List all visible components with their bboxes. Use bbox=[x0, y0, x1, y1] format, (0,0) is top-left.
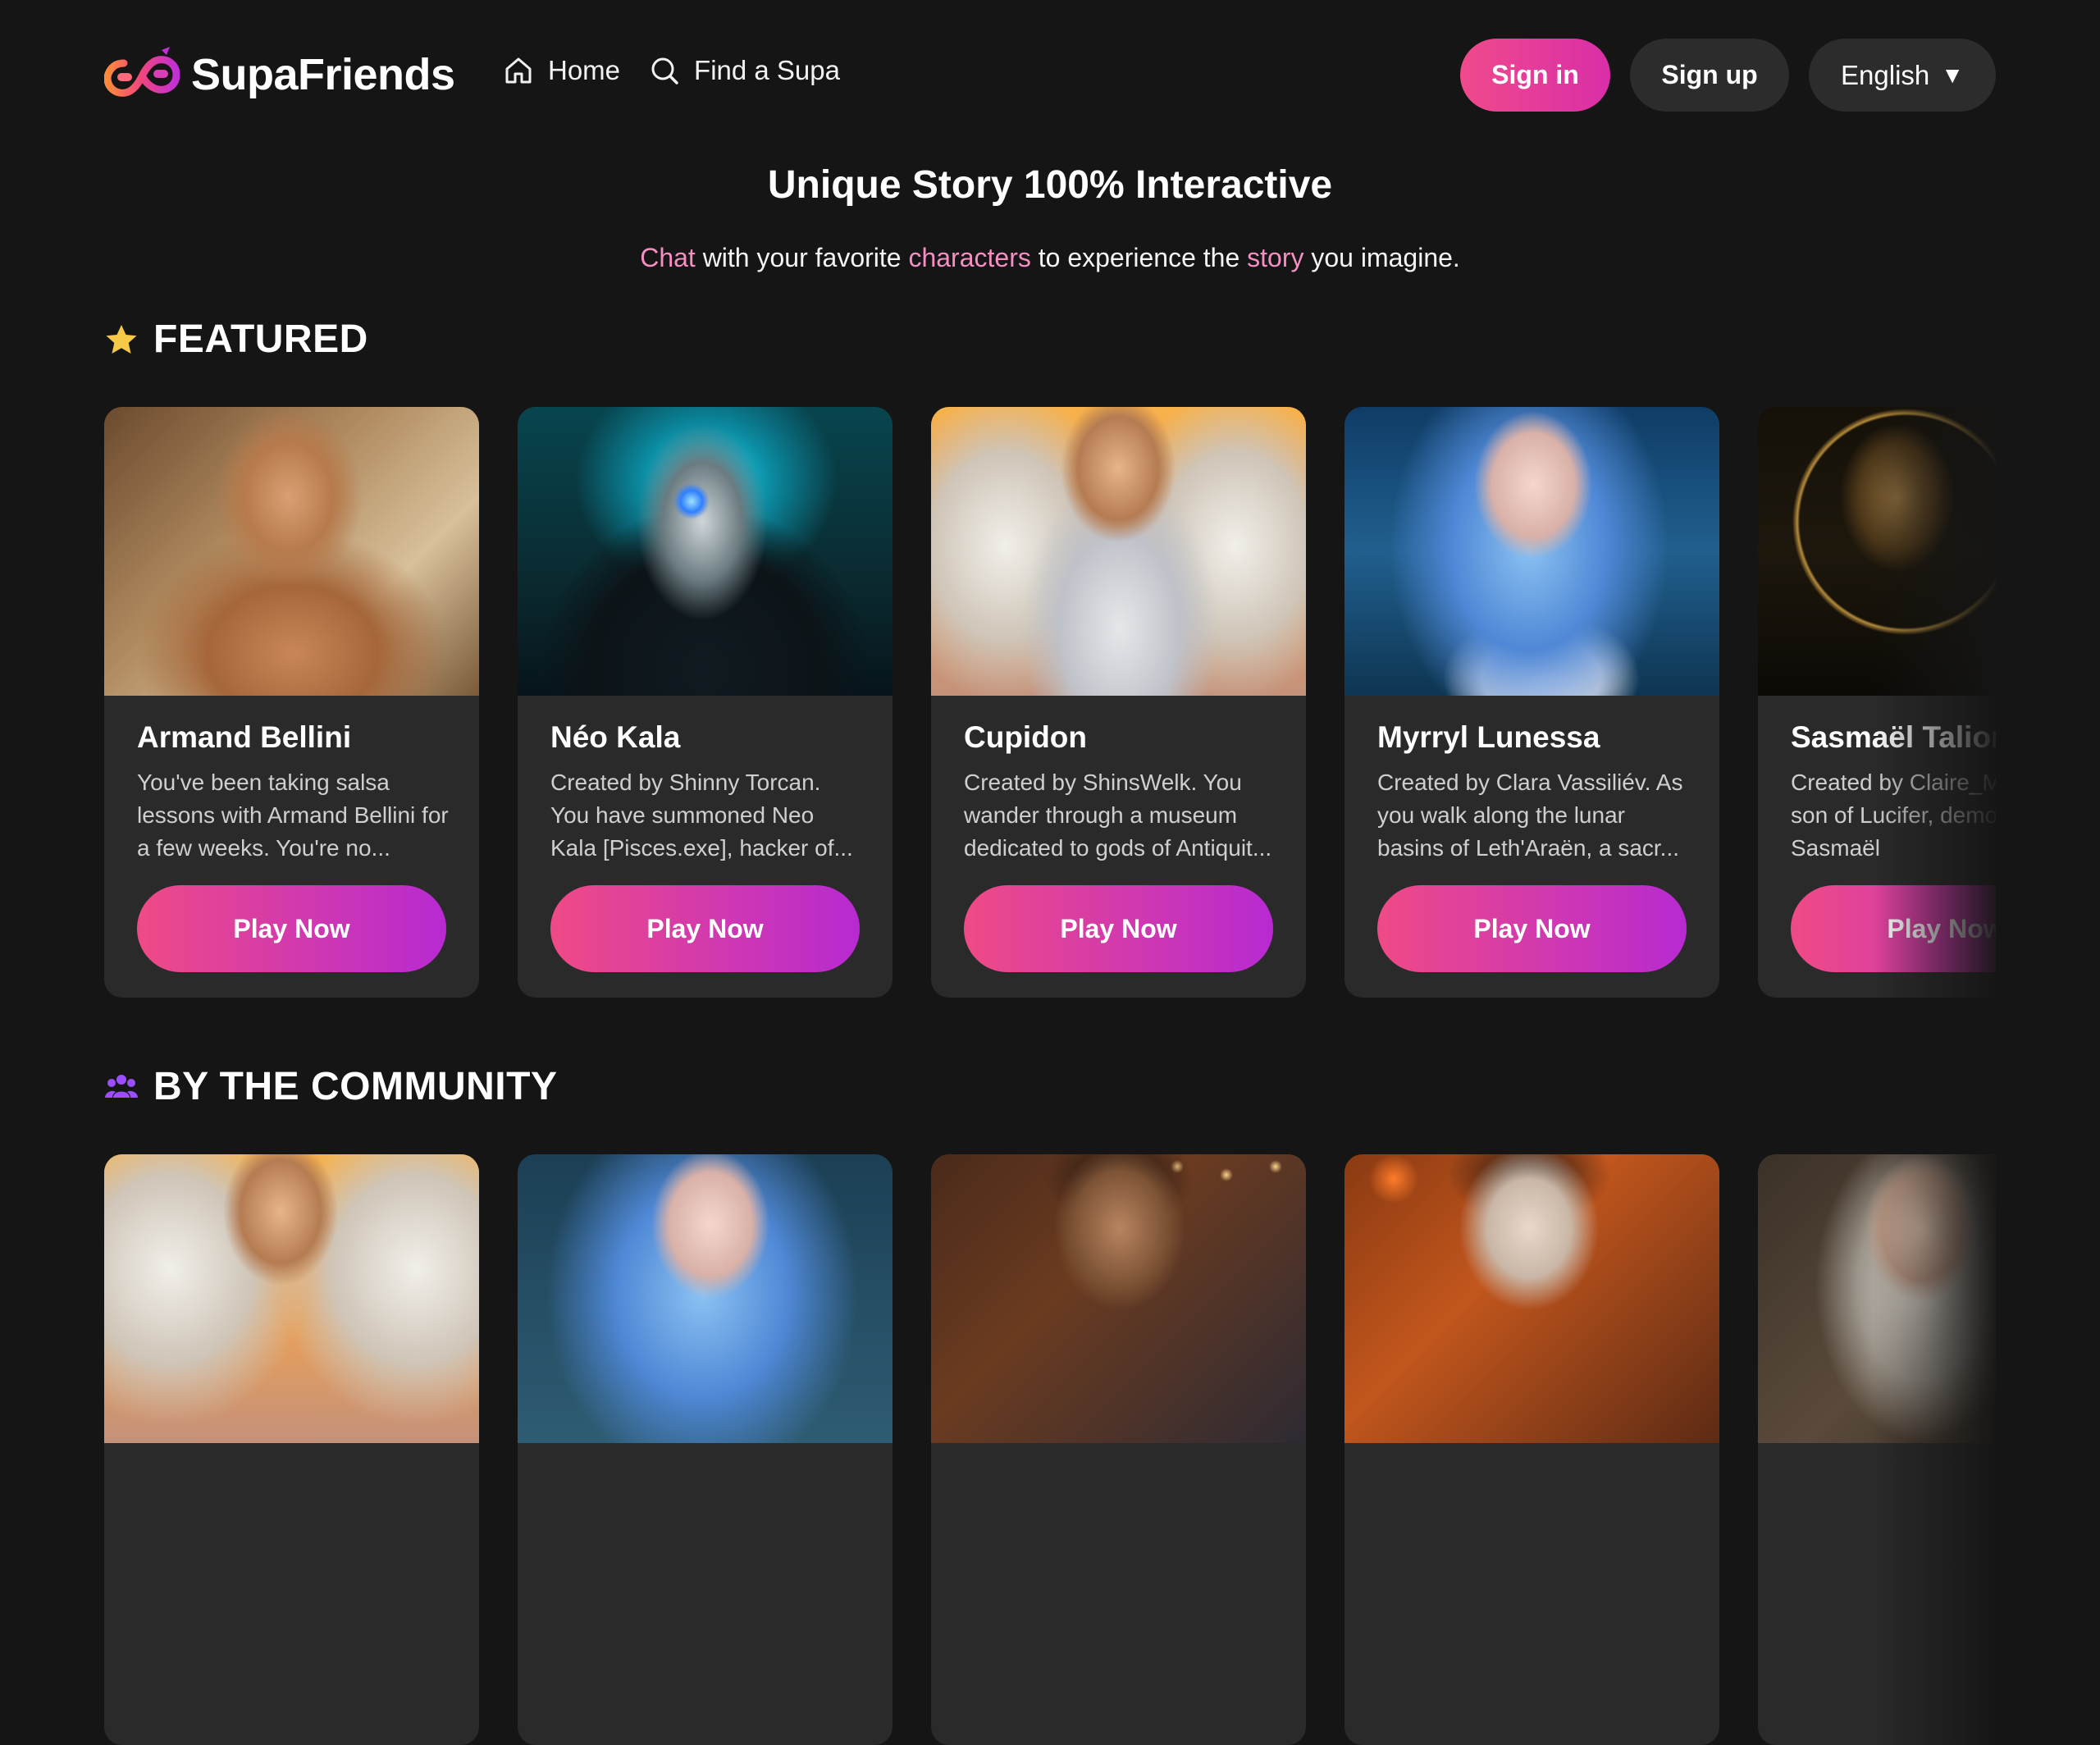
featured-carousel[interactable]: Armand Bellini You've been taking salsa … bbox=[104, 407, 1996, 998]
nav-home[interactable]: Home bbox=[502, 54, 620, 87]
main-nav: Home Find a Supa bbox=[502, 54, 868, 87]
nav-home-label: Home bbox=[548, 55, 621, 85]
community-heading: BY THE COMMUNITY bbox=[104, 1064, 557, 1109]
hero-subtitle-characters: characters bbox=[908, 243, 1031, 272]
brand-name: SupaFriends bbox=[191, 50, 455, 99]
character-name: Sasmaël Talion bbox=[1791, 720, 1996, 754]
character-card[interactable] bbox=[104, 1154, 479, 1745]
community-title: BY THE COMMUNITY bbox=[153, 1065, 558, 1108]
sign-up-button[interactable]: Sign up bbox=[1630, 39, 1789, 112]
character-card[interactable]: Néo Kala Created by Shinny Torcan. You h… bbox=[518, 407, 892, 998]
character-portrait[interactable] bbox=[104, 407, 479, 696]
character-card[interactable] bbox=[518, 1154, 892, 1745]
character-portrait[interactable] bbox=[1758, 1154, 1996, 1443]
brand-logo[interactable]: SupaFriends bbox=[104, 45, 455, 104]
character-description: Created by ShinsWelk. You wander through… bbox=[964, 770, 1272, 861]
caret-down-icon: ▼ bbox=[1941, 62, 1964, 88]
play-now-button[interactable]: Play Now bbox=[1791, 885, 1996, 972]
featured-heading: FEATURED bbox=[104, 317, 368, 362]
community-icon bbox=[105, 1074, 138, 1098]
character-card[interactable] bbox=[1758, 1154, 1996, 1745]
language-select-value: English bbox=[1841, 59, 1930, 90]
character-name: Myrryl Lunessa bbox=[1377, 720, 1600, 754]
infinity-logo-icon bbox=[104, 47, 180, 97]
nav-find-a-supa-label: Find a Supa bbox=[694, 55, 840, 85]
hero-title: Unique Story 100% Interactive bbox=[767, 163, 1333, 207]
character-name: Néo Kala bbox=[550, 720, 681, 754]
character-description: You've been taking salsa lessons with Ar… bbox=[137, 770, 449, 861]
character-portrait[interactable] bbox=[1344, 407, 1719, 696]
nav-find-a-supa[interactable]: Find a Supa bbox=[648, 54, 840, 87]
character-card[interactable]: Sasmaël Talion Created by Claire_M. The … bbox=[1758, 407, 1996, 998]
character-description: Created by Clara Vassiliév. As you walk … bbox=[1377, 770, 1683, 861]
character-name: Armand Bellini bbox=[137, 720, 352, 754]
home-icon bbox=[505, 57, 532, 84]
character-portrait[interactable] bbox=[931, 407, 1306, 696]
character-card[interactable] bbox=[931, 1154, 1306, 1745]
star-icon bbox=[106, 324, 137, 354]
play-now-button[interactable]: Play Now bbox=[550, 885, 860, 972]
character-portrait[interactable] bbox=[104, 1154, 479, 1443]
character-card[interactable]: Cupidon Created by ShinsWelk. You wander… bbox=[931, 407, 1306, 998]
play-now-button[interactable]: Play Now bbox=[964, 885, 1273, 972]
auth-controls: Sign in Sign up English ▼ bbox=[1460, 39, 1996, 112]
character-card[interactable]: Myrryl Lunessa Created by Clara Vassilié… bbox=[1344, 407, 1719, 998]
character-portrait[interactable] bbox=[1758, 407, 1996, 696]
character-portrait[interactable] bbox=[518, 1154, 892, 1443]
hero-subtitle-chat: Chat bbox=[640, 243, 696, 272]
character-description: Created by Claire_M. The last son of Luc… bbox=[1791, 770, 1996, 861]
character-card[interactable] bbox=[1344, 1154, 1719, 1745]
search-icon bbox=[651, 57, 678, 85]
character-name: Cupidon bbox=[964, 720, 1088, 754]
character-description: Created by Shinny Torcan. You have summo… bbox=[550, 770, 853, 861]
language-select[interactable]: English ▼ bbox=[1809, 39, 1996, 112]
play-now-button[interactable]: Play Now bbox=[1377, 885, 1687, 972]
community-carousel[interactable] bbox=[104, 1154, 1996, 1745]
character-portrait[interactable] bbox=[931, 1154, 1306, 1443]
character-portrait[interactable] bbox=[1344, 1154, 1719, 1443]
hero-subtitle: Chat with your favorite characters to ex… bbox=[0, 243, 2100, 273]
top-navigation: SupaFriends Home Find a Supa Sign in Sig… bbox=[0, 0, 2100, 148]
hero-subtitle-text-1: with your favorite bbox=[695, 243, 909, 272]
play-now-button[interactable]: Play Now bbox=[137, 885, 446, 972]
hero-subtitle-text-2: to experience the bbox=[1030, 243, 1248, 272]
hero-subtitle-text-3: you imagine. bbox=[1303, 243, 1460, 272]
hero-subtitle-story: story bbox=[1247, 243, 1304, 272]
featured-title: FEATURED bbox=[153, 317, 368, 361]
character-portrait[interactable] bbox=[518, 407, 892, 696]
character-card[interactable]: Armand Bellini You've been taking salsa … bbox=[104, 407, 479, 998]
sign-in-button[interactable]: Sign in bbox=[1460, 39, 1610, 112]
